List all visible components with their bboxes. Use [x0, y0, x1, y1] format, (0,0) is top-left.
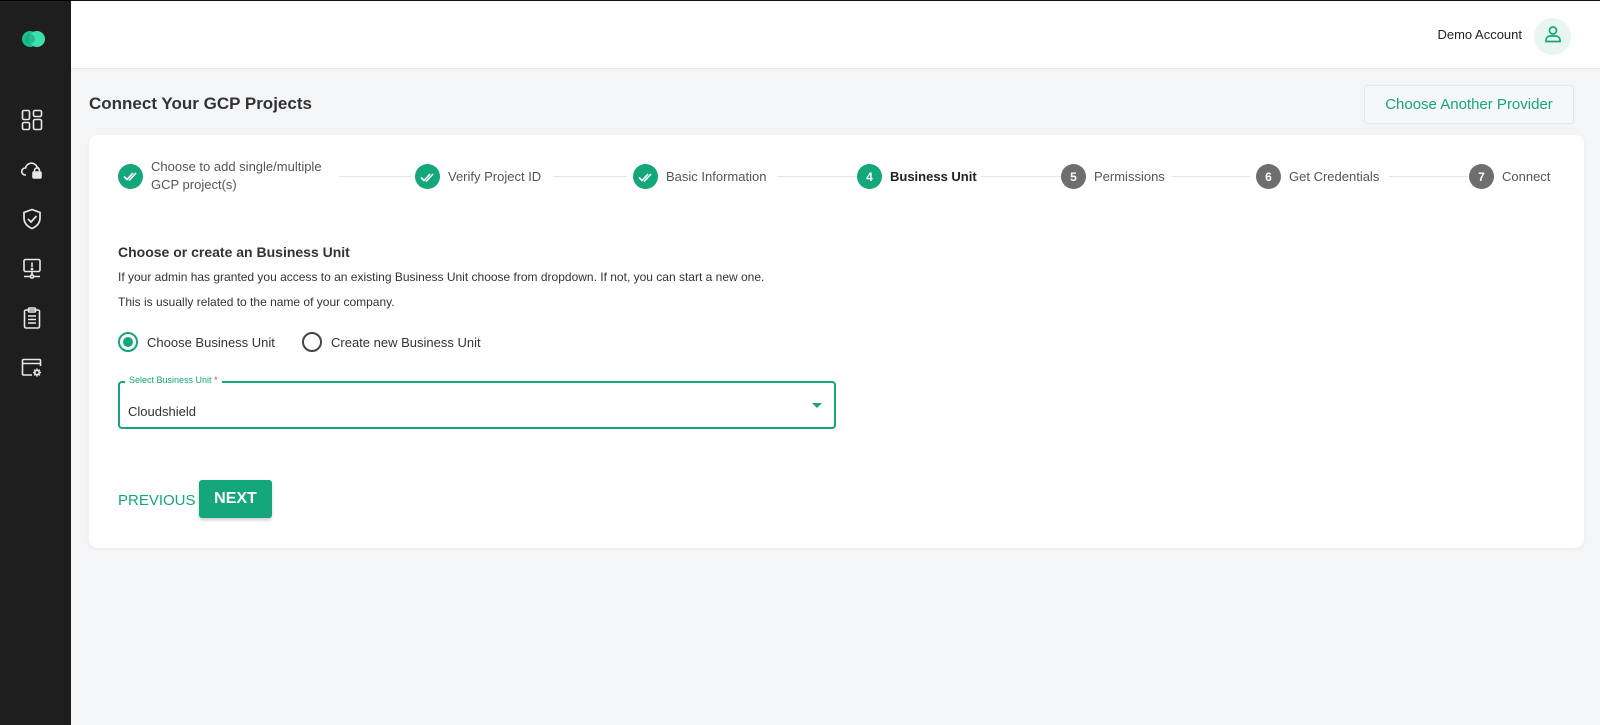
user-icon — [1543, 24, 1563, 49]
step-connector — [1389, 176, 1468, 177]
step-label: Basic Information — [666, 168, 767, 184]
step-number: 5 — [1061, 164, 1086, 189]
step-connector — [1172, 176, 1250, 177]
step-7: 7 Connect — [1469, 164, 1550, 189]
step-number: 4 — [857, 164, 882, 189]
step-connector — [553, 176, 627, 177]
radio-label: Create new Business Unit — [331, 334, 481, 350]
sidebar — [0, 0, 71, 725]
window-settings-icon[interactable] — [19, 355, 45, 381]
select-label: Select Business Unit * — [125, 375, 222, 385]
choose-another-provider-button[interactable]: Choose Another Provider — [1364, 85, 1574, 124]
step-label: Connect — [1502, 168, 1551, 184]
step-4: 4 Business Unit — [857, 164, 977, 189]
top-bar: Demo Account — [71, 0, 1600, 69]
next-button[interactable]: NEXT — [199, 480, 272, 518]
step-label: Permissions — [1094, 168, 1165, 184]
description-line-1: If your admin has granted you access to … — [118, 270, 765, 284]
step-label: Choose to add single/multiple GCP projec… — [151, 159, 322, 192]
radio-label: Choose Business Unit — [147, 334, 275, 350]
radio-create-new-business-unit[interactable]: Create new Business Unit — [302, 332, 481, 352]
double-check-icon — [118, 163, 143, 189]
step-number: 6 — [1256, 164, 1281, 189]
description-line-2: This is usually related to the name of y… — [118, 295, 395, 309]
cloud-logo[interactable] — [20, 28, 48, 50]
clipboard-icon[interactable] — [19, 305, 45, 331]
step-label: Verify Project ID — [448, 168, 542, 184]
avatar[interactable] — [1534, 18, 1571, 55]
business-unit-select[interactable]: Select Business Unit * Cloudshield — [118, 375, 836, 429]
radio-choose-business-unit[interactable]: Choose Business Unit — [118, 332, 275, 352]
required-mark: * — [214, 375, 218, 385]
radio-button-unchecked[interactable] — [302, 332, 322, 352]
step-connector — [777, 176, 859, 177]
step-1: Choose to add single/multiple GCP projec… — [118, 158, 322, 194]
section-title: Choose or create an Business Unit — [118, 244, 350, 260]
step-3: Basic Information — [633, 164, 766, 189]
step-5: 5 Permissions — [1061, 164, 1165, 189]
step-2: Verify Project ID — [415, 164, 541, 189]
shield-check-icon[interactable] — [19, 206, 45, 232]
select-value: Cloudshield — [128, 404, 196, 419]
page-title: Connect Your GCP Projects — [89, 94, 312, 113]
double-check-icon — [633, 164, 658, 189]
account-name[interactable]: Demo Account — [1437, 27, 1522, 42]
radio-button-checked[interactable] — [118, 332, 138, 352]
chevron-down-icon[interactable] — [812, 403, 822, 408]
step-6: 6 Get Credentials — [1256, 164, 1379, 189]
step-connector — [981, 176, 1061, 177]
step-label: Get Credentials — [1289, 168, 1380, 184]
step-connector — [339, 176, 411, 177]
dashboard-icon[interactable] — [19, 107, 45, 133]
step-label: Business Unit — [890, 168, 977, 184]
step-number: 7 — [1469, 164, 1494, 189]
previous-button[interactable]: PREVIOUS — [118, 492, 196, 509]
alert-monitor-icon[interactable] — [19, 256, 45, 282]
double-check-icon — [415, 164, 440, 189]
cloud-lock-icon[interactable] — [19, 157, 45, 183]
